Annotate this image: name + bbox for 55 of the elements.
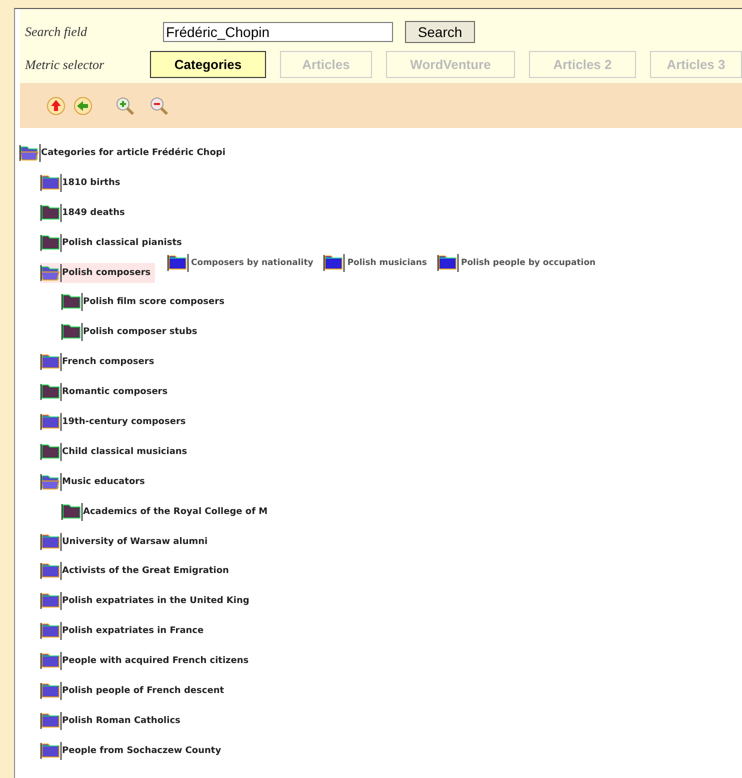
tree-item[interactable]: Activists of the Great Emigration xyxy=(40,561,233,582)
folder-icon xyxy=(40,442,62,462)
folder-icon xyxy=(40,591,62,612)
folder-icon xyxy=(40,651,62,672)
tree-item[interactable]: Polish classical pianists xyxy=(40,232,186,253)
folder-icon xyxy=(40,412,62,432)
tree-item[interactable]: Academics of the Royal College of M xyxy=(61,502,272,522)
tree-item[interactable]: 1849 deaths xyxy=(40,202,129,223)
related-category[interactable]: Polish people by occupation xyxy=(436,252,596,273)
folder-icon xyxy=(40,202,62,223)
folder-icon xyxy=(61,292,83,312)
tree-item[interactable]: People with acquired French citizens xyxy=(40,651,253,672)
tree-item[interactable]: Music educators xyxy=(40,472,149,492)
tree-item[interactable]: Polish people of French descent xyxy=(40,680,228,701)
zoom-in-icon[interactable] xyxy=(115,96,135,116)
related-category[interactable]: Composers by nationality xyxy=(167,252,314,273)
folder-icon xyxy=(40,232,62,253)
tree-item[interactable]: Categories for article Frédéric Chopi xyxy=(19,142,230,163)
related-category[interactable]: Polish musicians xyxy=(323,252,427,273)
metric-tab[interactable]: Categories xyxy=(150,51,266,78)
tree-item[interactable]: University of Warsaw alumni xyxy=(40,532,212,552)
folder-icon xyxy=(40,532,62,552)
tree-item[interactable]: Romantic composers xyxy=(40,382,172,402)
folder-icon xyxy=(436,252,459,273)
folder-icon xyxy=(19,142,41,163)
tree-item[interactable]: People from Sochaczew County xyxy=(40,740,226,761)
folder-icon xyxy=(40,262,62,282)
folder-icon xyxy=(40,352,62,372)
tree-item[interactable]: Polish composer stubs xyxy=(61,322,202,342)
folder-icon xyxy=(40,710,62,731)
tree-item[interactable]: Polish expatriates in France xyxy=(40,621,208,642)
search-label: Search field xyxy=(25,24,88,40)
folder-icon xyxy=(40,680,62,701)
folder-icon xyxy=(40,740,62,761)
tree-item[interactable]: 19th-century composers xyxy=(40,412,190,432)
search-field[interactable]: Frédéric_Chopin xyxy=(163,22,393,42)
folder-icon xyxy=(40,382,62,402)
tree-item[interactable]: Polish composers xyxy=(40,262,155,282)
folder-icon xyxy=(61,322,83,342)
tree-item[interactable]: Polish film score composers xyxy=(61,292,228,312)
tree-item[interactable]: Polish Roman Catholics xyxy=(40,710,184,731)
folder-icon xyxy=(40,172,62,193)
tree-item[interactable]: French composers xyxy=(40,352,158,372)
folder-icon xyxy=(323,252,346,273)
folder-icon xyxy=(40,621,62,642)
metric-label: Metric selector xyxy=(25,56,106,72)
zoom-out-icon[interactable] xyxy=(149,96,169,116)
folder-icon xyxy=(167,252,189,273)
folder-icon xyxy=(61,502,83,522)
folder-icon xyxy=(40,561,62,582)
tree-item[interactable]: Child classical musicians xyxy=(40,442,192,462)
tree-item[interactable]: 1810 births xyxy=(40,172,124,193)
tree-item[interactable]: Polish expatriates in the United King xyxy=(40,591,254,612)
folder-icon xyxy=(40,472,62,492)
search-button[interactable]: Search xyxy=(405,21,475,43)
